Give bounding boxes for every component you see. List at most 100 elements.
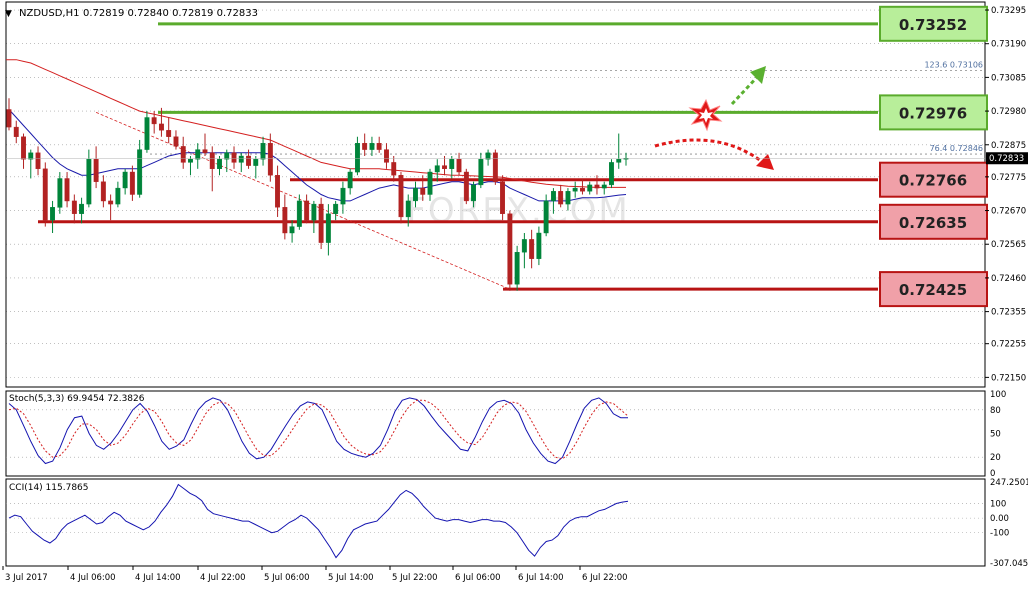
candle-body bbox=[427, 171, 433, 195]
candle-body bbox=[340, 187, 346, 205]
header-ohlc: 0.72819 0.72840 0.72819 0.72833 bbox=[83, 8, 258, 19]
watermark-text: FOREX.COM bbox=[406, 191, 629, 231]
candle-body bbox=[616, 158, 622, 163]
candle-body bbox=[333, 203, 339, 214]
chart-root: FOREX.COM 123.6 0.73106 76.4 0.72846 0.73… bbox=[0, 0, 1028, 588]
candle-body bbox=[173, 136, 179, 147]
level-box-label: 0.72976 bbox=[899, 104, 967, 122]
candle-body bbox=[158, 123, 164, 131]
candle-body bbox=[42, 168, 48, 221]
candle-body bbox=[449, 158, 455, 169]
chart-canvas: FOREX.COM 123.6 0.73106 76.4 0.72846 0.73… bbox=[0, 0, 1028, 588]
time-tick-label: 4 Jul 22:00 bbox=[200, 573, 246, 583]
price-tick-label: 0.72875 bbox=[991, 141, 1026, 151]
candle-body bbox=[180, 146, 186, 163]
candle-body bbox=[253, 158, 259, 166]
candle-body bbox=[384, 149, 389, 163]
candle-body bbox=[296, 200, 302, 227]
candle-body bbox=[601, 184, 607, 189]
candle-body bbox=[420, 187, 426, 195]
stoch-label: Stoch(5,3,3) 69.9454 72.3826 bbox=[9, 394, 145, 404]
candle-body bbox=[57, 178, 63, 208]
candle-body bbox=[21, 136, 26, 160]
cci-tick-label: 247.2501 bbox=[990, 478, 1028, 488]
cci-label: CCI(14) 115.7865 bbox=[9, 483, 89, 493]
price-tick-label: 0.72150 bbox=[991, 373, 1026, 383]
candle-body bbox=[260, 142, 266, 160]
candle-body bbox=[376, 142, 382, 150]
candle-body bbox=[391, 162, 397, 176]
level-box-label: 0.72635 bbox=[899, 214, 967, 232]
candle-body bbox=[35, 152, 41, 170]
candle-body bbox=[362, 142, 368, 150]
candle-body bbox=[289, 226, 295, 234]
candle-body bbox=[558, 191, 564, 205]
candle-body bbox=[238, 155, 244, 163]
candle-body bbox=[325, 213, 331, 243]
price-tick-label: 0.73295 bbox=[991, 6, 1026, 16]
candle-body bbox=[209, 152, 215, 170]
candle-body bbox=[565, 191, 571, 205]
candle-body bbox=[492, 152, 498, 182]
stoch-tick-label: 100 bbox=[990, 390, 1006, 400]
header-symbol: NZDUSD,H1 bbox=[19, 8, 79, 19]
price-tick-label: 0.72355 bbox=[991, 308, 1026, 318]
header-marker[interactable]: ▼ bbox=[5, 9, 12, 19]
stoch-tick-label: 80 bbox=[990, 406, 1001, 416]
candle-body bbox=[246, 155, 252, 166]
candle-body bbox=[609, 162, 614, 186]
candle-body bbox=[115, 187, 121, 205]
candle-body bbox=[355, 142, 360, 173]
candle-body bbox=[405, 200, 411, 218]
candle-body bbox=[536, 232, 542, 259]
time-tick-label: 6 Jul 22:00 bbox=[582, 573, 628, 583]
candle-body bbox=[311, 203, 317, 221]
level-box-label: 0.73252 bbox=[899, 16, 967, 34]
time-tick-label: 6 Jul 06:00 bbox=[455, 573, 501, 583]
candle-body bbox=[551, 191, 556, 202]
price-tick-label: 0.73190 bbox=[991, 40, 1026, 50]
candle-body bbox=[93, 158, 99, 182]
candle-body bbox=[50, 207, 55, 221]
candle-body bbox=[587, 184, 593, 192]
candle-body bbox=[347, 171, 353, 189]
candle-body bbox=[463, 171, 469, 202]
candle-body bbox=[594, 184, 600, 189]
stoch-tick-label: 20 bbox=[990, 453, 1001, 463]
candle-body bbox=[64, 178, 70, 202]
fibo-level-label: 76.4 0.72846 bbox=[930, 144, 983, 153]
candle-body bbox=[478, 158, 484, 186]
candle-body bbox=[151, 117, 157, 125]
chart-header: ▼ NZDUSD,H1 0.72819 0.72840 0.72819 0.72… bbox=[5, 8, 258, 19]
candle-body bbox=[514, 251, 520, 285]
candle-body bbox=[543, 200, 549, 234]
candle-body bbox=[217, 158, 223, 169]
candle-body bbox=[6, 109, 12, 128]
candle-body bbox=[13, 126, 19, 137]
candle-body bbox=[231, 152, 237, 163]
candle-body bbox=[79, 203, 85, 214]
time-tick-label: 5 Jul 22:00 bbox=[392, 573, 438, 583]
candle-body bbox=[86, 158, 92, 205]
time-tick-label: 5 Jul 06:00 bbox=[264, 573, 310, 583]
price-tick-label: 0.72255 bbox=[991, 340, 1026, 350]
time-tick-label: 3 Jul 2017 bbox=[5, 573, 48, 583]
time-tick-label: 4 Jul 14:00 bbox=[135, 573, 181, 583]
candle-body bbox=[137, 149, 143, 195]
candle-body bbox=[529, 239, 535, 259]
candle-body bbox=[129, 171, 135, 195]
time-tick-label: 5 Jul 14:00 bbox=[328, 573, 374, 583]
cci-tick-label: -307.0455 bbox=[990, 559, 1028, 569]
candle-body bbox=[304, 200, 310, 221]
current-price-label: 0.72833 bbox=[989, 154, 1024, 164]
candle-body bbox=[521, 239, 527, 253]
price-tick-label: 0.72775 bbox=[991, 173, 1026, 183]
candle-body bbox=[267, 142, 273, 176]
candle-body bbox=[282, 207, 288, 234]
candle-body bbox=[500, 181, 505, 214]
fibo-level-label: 123.6 0.73106 bbox=[924, 61, 983, 70]
candle-body bbox=[572, 187, 578, 192]
candle-body bbox=[195, 149, 201, 160]
candle-body bbox=[471, 184, 476, 202]
candle-body bbox=[369, 142, 375, 150]
